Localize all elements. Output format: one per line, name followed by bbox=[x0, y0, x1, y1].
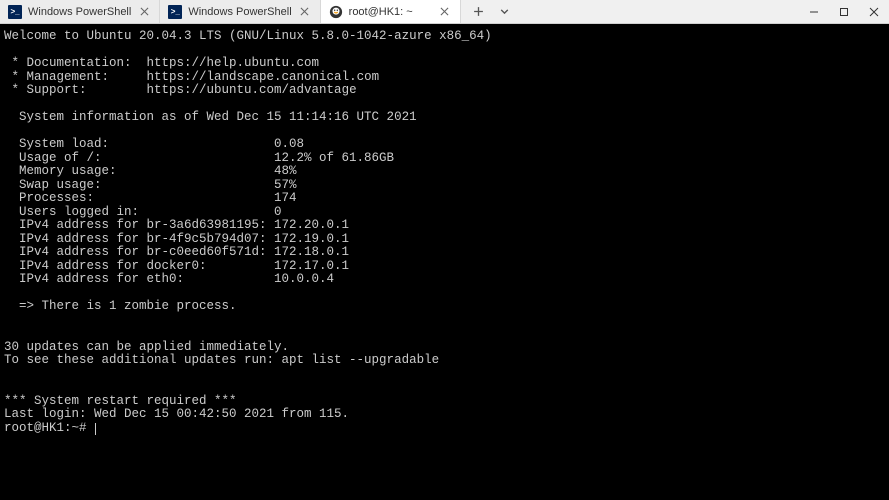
close-icon[interactable] bbox=[298, 5, 312, 19]
maximize-button[interactable] bbox=[829, 0, 859, 23]
powershell-icon: >_ bbox=[8, 5, 22, 19]
motd-sup-label: * Support: bbox=[4, 83, 147, 97]
sysinfo-header: System information as of Wed Dec 15 11:1… bbox=[4, 110, 417, 124]
zombie-notice: => There is 1 zombie process. bbox=[4, 299, 237, 313]
close-icon[interactable] bbox=[438, 5, 452, 19]
title-bar: >_ Windows PowerShell >_ Windows PowerSh… bbox=[0, 0, 889, 24]
stat-row: IPv4 address for br-4f9c5b794d07: 172.19… bbox=[4, 232, 349, 246]
motd-doc-url: https://help.ubuntu.com bbox=[147, 56, 320, 70]
stat-row: Users logged in: 0 bbox=[4, 205, 282, 219]
new-tab-button[interactable] bbox=[467, 2, 491, 22]
shell-prompt: root@HK1:~# bbox=[4, 421, 94, 435]
window-controls bbox=[799, 0, 889, 23]
motd-doc-label: * Documentation: bbox=[4, 56, 147, 70]
cursor bbox=[95, 423, 96, 435]
tab-label: Windows PowerShell bbox=[188, 6, 291, 18]
linux-icon bbox=[329, 5, 343, 19]
close-window-button[interactable] bbox=[859, 0, 889, 23]
minimize-button[interactable] bbox=[799, 0, 829, 23]
stat-row: IPv4 address for eth0: 10.0.0.4 bbox=[4, 272, 334, 286]
close-icon[interactable] bbox=[137, 5, 151, 19]
stat-row: IPv4 address for br-3a6d63981195: 172.20… bbox=[4, 218, 349, 232]
stat-row: Processes: 174 bbox=[4, 191, 297, 205]
stat-row: Memory usage: 48% bbox=[4, 164, 297, 178]
tab-label: Windows PowerShell bbox=[28, 6, 131, 18]
restart-notice: *** System restart required *** bbox=[4, 394, 237, 408]
last-login: Last login: Wed Dec 15 00:42:50 2021 fro… bbox=[4, 407, 349, 421]
powershell-icon: >_ bbox=[168, 5, 182, 19]
redacted-ip bbox=[349, 409, 409, 421]
stat-row: IPv4 address for docker0: 172.17.0.1 bbox=[4, 259, 349, 273]
tab-ssh-linux[interactable]: root@HK1: ~ bbox=[321, 0, 461, 23]
stat-row: System load: 0.08 bbox=[4, 137, 304, 151]
motd-mgmt-label: * Management: bbox=[4, 70, 147, 84]
tab-strip: >_ Windows PowerShell >_ Windows PowerSh… bbox=[0, 0, 799, 23]
terminal-pane[interactable]: Welcome to Ubuntu 20.04.3 LTS (GNU/Linux… bbox=[0, 24, 889, 500]
stat-row: Usage of /: 12.2% of 61.86GB bbox=[4, 151, 394, 165]
tab-actions bbox=[461, 0, 523, 23]
stat-row: Swap usage: 57% bbox=[4, 178, 297, 192]
updates-line: 30 updates can be applied immediately. bbox=[4, 340, 289, 354]
motd-mgmt-url: https://landscape.canonical.com bbox=[147, 70, 380, 84]
tab-powershell-1[interactable]: >_ Windows PowerShell bbox=[0, 0, 160, 23]
motd-sup-url: https://ubuntu.com/advantage bbox=[147, 83, 357, 97]
tab-powershell-2[interactable]: >_ Windows PowerShell bbox=[160, 0, 320, 23]
motd-welcome: Welcome to Ubuntu 20.04.3 LTS (GNU/Linux… bbox=[4, 29, 492, 43]
tab-label: root@HK1: ~ bbox=[349, 6, 432, 18]
stat-row: IPv4 address for br-c0eed60f571d: 172.18… bbox=[4, 245, 349, 259]
tab-dropdown-button[interactable] bbox=[493, 2, 517, 22]
updates-line: To see these additional updates run: apt… bbox=[4, 353, 439, 367]
